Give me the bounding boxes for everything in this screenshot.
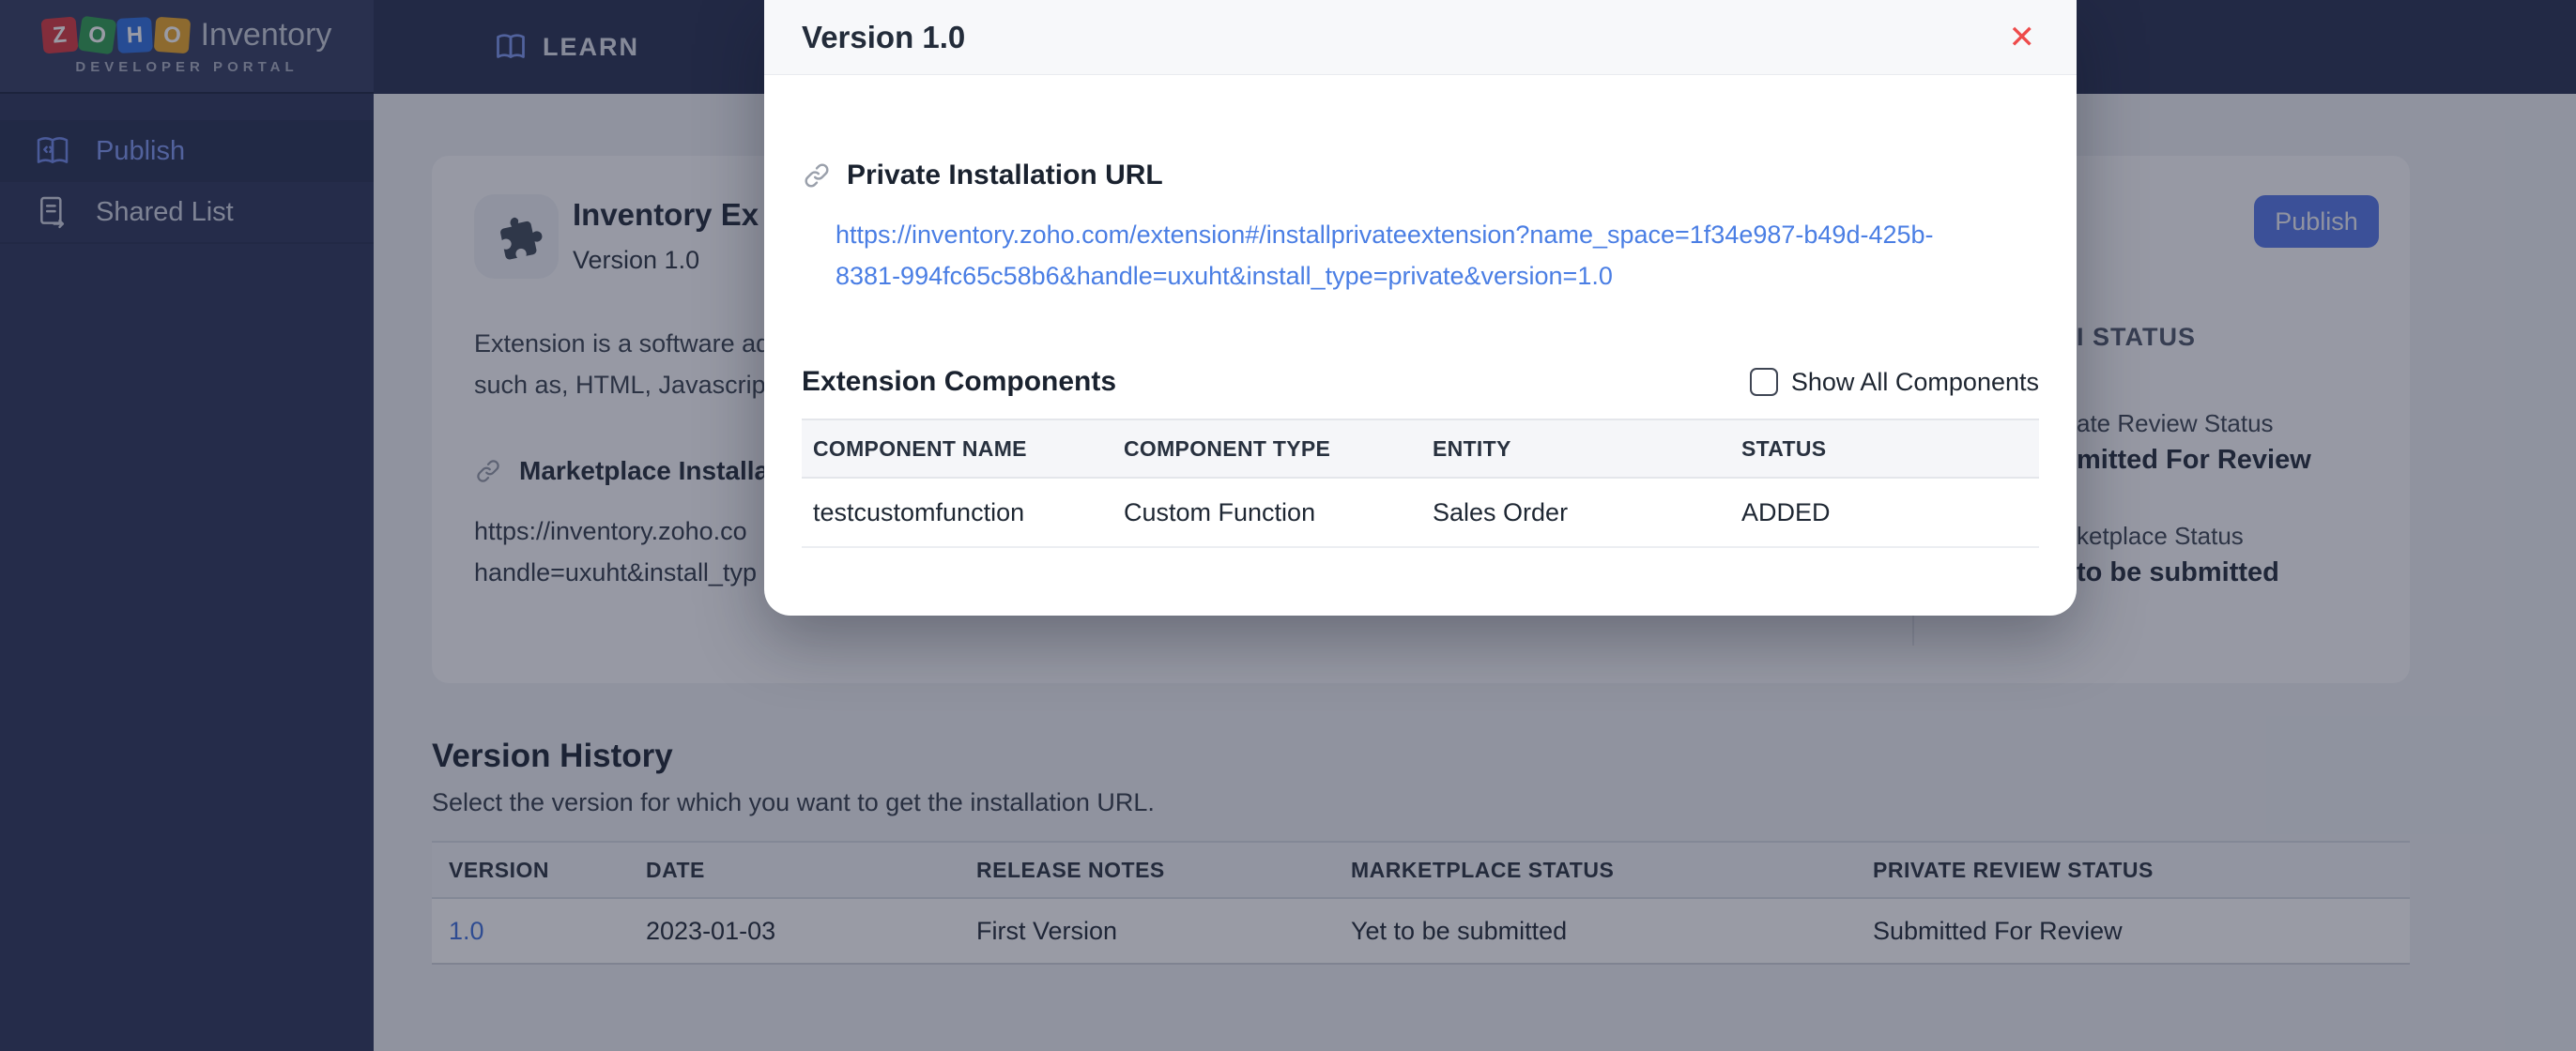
table-row: testcustomfunction Custom Function Sales… — [802, 479, 2039, 548]
show-all-components-checkbox[interactable] — [1750, 368, 1778, 396]
private-url-line1: https://inventory.zoho.com/extension#/in… — [836, 214, 2039, 255]
modal-title: Version 1.0 — [802, 20, 965, 55]
app-window: LEARN Z O H O Inventory DEVELOPER PORTAL — [0, 0, 2576, 1051]
extension-components-heading: Extension Components — [802, 366, 1116, 398]
cell-component-name: testcustomfunction — [802, 498, 1112, 527]
components-table: COMPONENT NAME COMPONENT TYPE ENTITY STA… — [802, 419, 2039, 548]
modal-header: Version 1.0 ✕ — [764, 0, 2077, 75]
version-details-modal: Version 1.0 ✕ Private Installation URL h… — [764, 0, 2077, 616]
cell-status: ADDED — [1730, 498, 2039, 527]
private-installation-url-link[interactable]: https://inventory.zoho.com/extension#/in… — [836, 214, 2039, 297]
column-header-status: STATUS — [1730, 436, 2039, 462]
link-icon — [802, 160, 832, 190]
column-header-entity: ENTITY — [1421, 436, 1730, 462]
private-url-heading-text: Private Installation URL — [847, 160, 1163, 191]
modal-body: Private Installation URL https://invento… — [764, 160, 2077, 548]
show-all-components-toggle[interactable]: Show All Components — [1750, 368, 2039, 397]
components-header-row: Extension Components Show All Components — [802, 366, 2039, 398]
private-url-heading: Private Installation URL — [802, 160, 2039, 191]
show-all-components-label: Show All Components — [1791, 368, 2039, 397]
private-url-line2: 8381-994fc65c58b6&handle=uxuht&install_t… — [836, 255, 2039, 297]
column-header-component-type: COMPONENT TYPE — [1112, 436, 1421, 462]
components-header: COMPONENT NAME COMPONENT TYPE ENTITY STA… — [802, 419, 2039, 479]
close-icon[interactable]: ✕ — [2009, 22, 2036, 53]
column-header-component-name: COMPONENT NAME — [802, 436, 1112, 462]
cell-entity: Sales Order — [1421, 498, 1730, 527]
cell-component-type: Custom Function — [1112, 498, 1421, 527]
